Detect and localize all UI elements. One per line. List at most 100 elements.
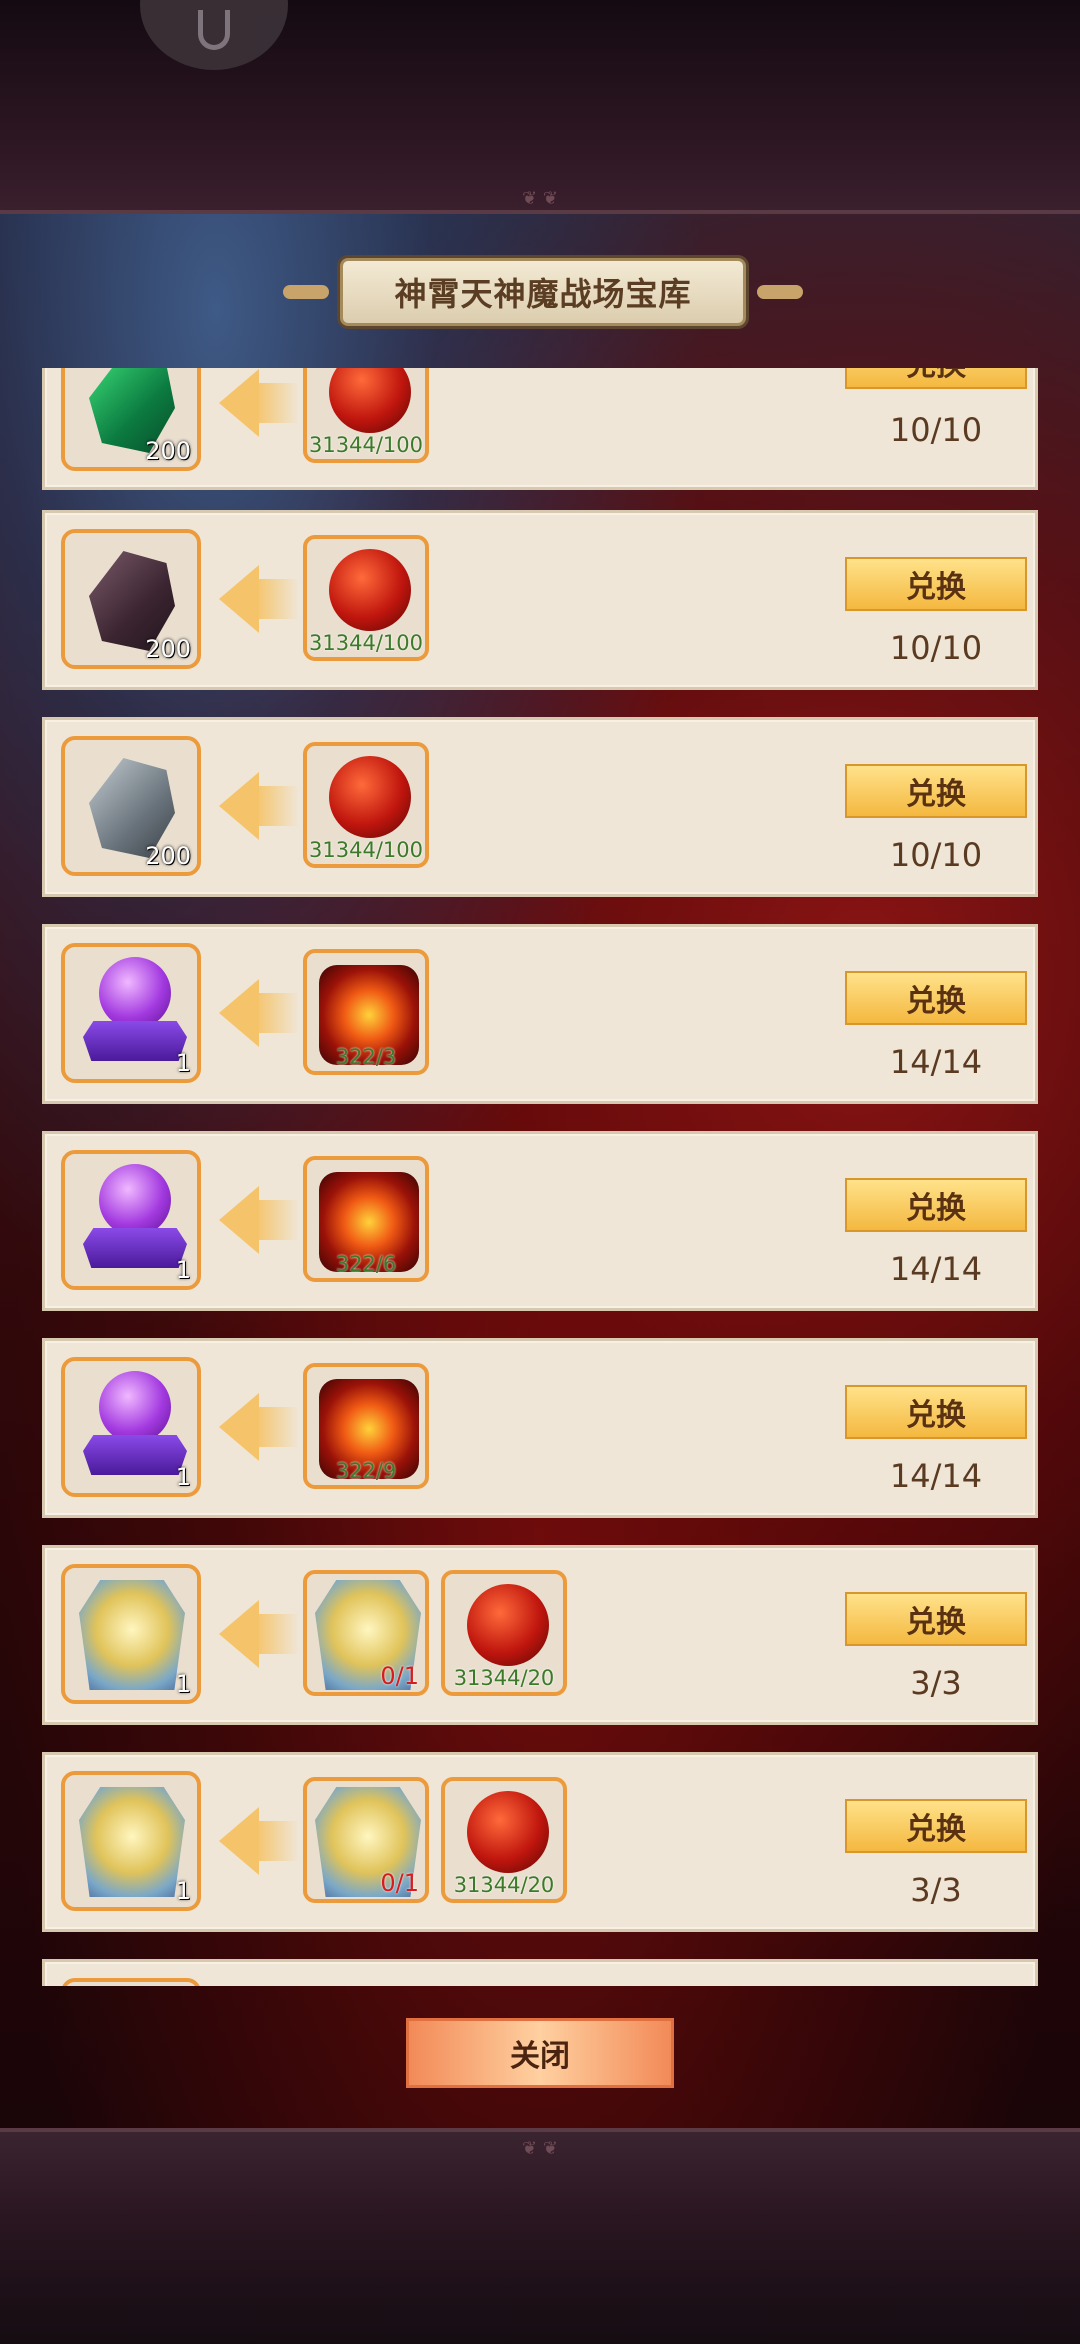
- exchange-button[interactable]: 兑换: [845, 764, 1027, 818]
- exchange-count: 14/14: [889, 1250, 983, 1288]
- arrow-tail: [255, 1407, 299, 1447]
- cost-slot[interactable]: 322/3: [303, 949, 429, 1075]
- reward-quantity: 200: [145, 842, 191, 870]
- exchange-count: 14/14: [889, 1043, 983, 1081]
- reward-quantity: 1: [175, 1670, 191, 1698]
- ornament-divider: ❦ ❦: [522, 2138, 558, 2159]
- arrow-tail: [255, 383, 299, 423]
- exchange-count: 10/10: [889, 411, 983, 449]
- reward-slot[interactable]: 200: [61, 529, 201, 669]
- arrow-left-icon: [219, 369, 259, 437]
- arrow-left-icon: [219, 772, 259, 840]
- cost-slot[interactable]: 31344/100: [303, 368, 429, 463]
- exchange-count: 10/10: [889, 836, 983, 874]
- reward-slot[interactable]: 200: [61, 736, 201, 876]
- exchange-button[interactable]: 兑换: [845, 971, 1027, 1025]
- arrow-left-icon: [219, 1807, 259, 1875]
- cost-requirement: 0/1: [380, 1869, 419, 1897]
- arrow-tail: [255, 993, 299, 1033]
- cost-slot[interactable]: 0/1: [303, 1570, 429, 1696]
- exchange-row: 1 0/1 31344/20 兑换 3/3: [42, 1545, 1038, 1725]
- arrow-tail: [255, 1821, 299, 1861]
- exchange-count: 3/3: [910, 1664, 962, 1702]
- reward-slot[interactable]: 1: [61, 1564, 201, 1704]
- reward-quantity: 1: [175, 1256, 191, 1284]
- arrow-left-icon: [219, 1186, 259, 1254]
- exchange-button[interactable]: 兑换: [845, 1799, 1027, 1853]
- reward-quantity: 1: [175, 1049, 191, 1077]
- cost-slot[interactable]: 0/1: [303, 1777, 429, 1903]
- arrow-left-icon: [219, 1393, 259, 1461]
- reward-slot[interactable]: 1: [61, 1150, 201, 1290]
- exchange-row: 1 0/1 31344/20 兑换 3/3: [42, 1752, 1038, 1932]
- arrow-tail: [255, 1200, 299, 1240]
- exchange-row: [42, 1959, 1038, 1986]
- reward-quantity: 200: [145, 635, 191, 663]
- exchange-row: 200 31344/100 兑换 10/10: [42, 717, 1038, 897]
- cost-requirement: 31344/20: [453, 1873, 555, 1897]
- arrow-tail: [255, 786, 299, 826]
- reward-slot[interactable]: 1: [61, 1357, 201, 1497]
- purple-orb-icon: [99, 957, 171, 1029]
- golden-armor-icon: [79, 1787, 185, 1897]
- cost-slot[interactable]: 31344/100: [303, 742, 429, 868]
- red-orb-icon: [467, 1584, 549, 1666]
- golden-armor-icon: [79, 1580, 185, 1690]
- exchange-row: 1 322/6 兑换 14/14: [42, 1131, 1038, 1311]
- exchange-row: 1 322/9 兑换 14/14: [42, 1338, 1038, 1518]
- exchange-list[interactable]: 200 31344/100 兑换 10/10 200 31344/100 兑换 …: [0, 368, 1080, 1986]
- reward-quantity: 1: [175, 1463, 191, 1491]
- plaque-cap-right: [757, 285, 803, 299]
- close-button[interactable]: 关闭: [406, 2018, 674, 2088]
- cost-requirement: 322/3: [335, 1045, 397, 1069]
- cost-slot[interactable]: 31344/100: [303, 535, 429, 661]
- exchange-row: 200 31344/100 兑换 10/10: [42, 368, 1038, 490]
- cost-slot[interactable]: 322/6: [303, 1156, 429, 1282]
- exchange-count: 14/14: [889, 1457, 983, 1495]
- arrow-left-icon: [219, 979, 259, 1047]
- stand-icon: [83, 1021, 187, 1061]
- plaque-cap-left: [283, 285, 329, 299]
- cost-requirement: 31344/100: [309, 631, 423, 655]
- reward-quantity: 1: [175, 1877, 191, 1905]
- reward-slot[interactable]: 1: [61, 1771, 201, 1911]
- arrow-left-icon: [219, 565, 259, 633]
- arrow-left-icon: [219, 1600, 259, 1668]
- arrow-tail: [255, 579, 299, 619]
- red-orb-icon: [329, 549, 411, 631]
- exchange-row: 200 31344/100 兑换 10/10: [42, 510, 1038, 690]
- title-plaque: 神霄天神魔战场宝库: [283, 258, 803, 326]
- cost-requirement: 31344/100: [309, 838, 423, 862]
- red-orb-icon: [467, 1791, 549, 1873]
- cost-slot[interactable]: 31344/20: [441, 1570, 567, 1696]
- exchange-row: 1 322/3 兑换 14/14: [42, 924, 1038, 1104]
- cost-requirement: 322/6: [335, 1252, 397, 1276]
- exchange-button[interactable]: 兑换: [845, 1385, 1027, 1439]
- stand-icon: [83, 1435, 187, 1475]
- red-orb-icon: [329, 756, 411, 838]
- cost-requirement: 31344/20: [453, 1666, 555, 1690]
- exchange-count: 3/3: [910, 1871, 962, 1909]
- bottom-bar: ❦ ❦: [0, 2128, 1080, 2344]
- page-title: 神霄天神魔战场宝库: [394, 275, 692, 313]
- arrow-tail: [255, 1614, 299, 1654]
- purple-orb-icon: [99, 1164, 171, 1236]
- cost-slot[interactable]: 31344/20: [441, 1777, 567, 1903]
- ornament-divider: ❦ ❦: [522, 188, 558, 209]
- cost-slot[interactable]: 322/9: [303, 1363, 429, 1489]
- exchange-button[interactable]: 兑换: [845, 557, 1027, 611]
- reward-quantity: 200: [145, 437, 191, 465]
- exchange-button[interactable]: 兑换: [845, 1178, 1027, 1232]
- cost-requirement: 322/9: [335, 1459, 397, 1483]
- exchange-button[interactable]: 兑换: [845, 1592, 1027, 1646]
- purple-orb-icon: [99, 1371, 171, 1443]
- bulb-icon: [198, 10, 230, 50]
- reward-slot[interactable]: 1: [61, 943, 201, 1083]
- exchange-button[interactable]: 兑换: [845, 368, 1027, 389]
- cost-requirement: 0/1: [380, 1662, 419, 1690]
- floating-assist-button[interactable]: [140, 0, 288, 70]
- reward-slot[interactable]: 200: [61, 368, 201, 471]
- exchange-count: 10/10: [889, 629, 983, 667]
- reward-slot[interactable]: [61, 1978, 201, 1986]
- cost-requirement: 31344/100: [309, 433, 423, 457]
